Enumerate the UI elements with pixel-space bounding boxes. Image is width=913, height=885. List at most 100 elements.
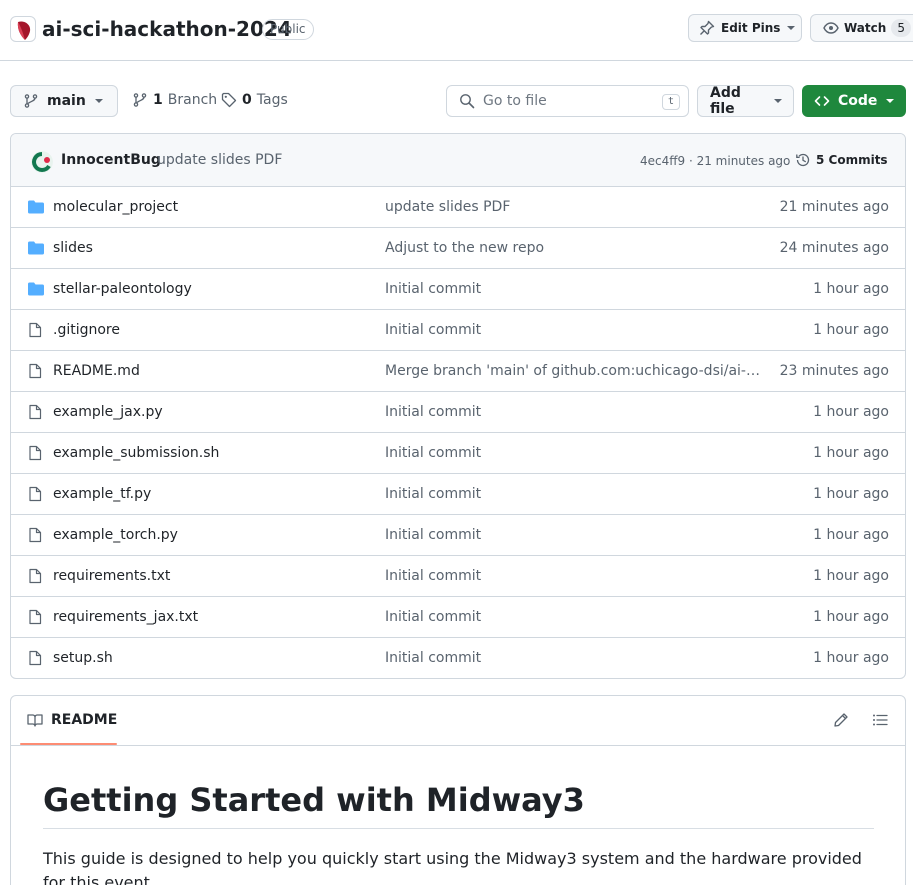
- commit-message-link[interactable]: update slides PDF: [157, 152, 282, 168]
- file-icon: [27, 404, 43, 420]
- file-name-link[interactable]: stellar-paleontology: [53, 281, 192, 297]
- branch-name: main: [47, 93, 86, 109]
- file-name-link[interactable]: slides: [53, 240, 93, 256]
- file-row[interactable]: requirements_jax.txt Initial commit 1 hour…: [11, 597, 905, 638]
- file-name-link[interactable]: example_tf.py: [53, 486, 151, 502]
- file-name-link[interactable]: molecular_project: [53, 199, 178, 215]
- chevron-down-icon: [885, 96, 895, 106]
- tags-link[interactable]: 0 Tags: [221, 92, 288, 108]
- go-to-file-input[interactable]: [483, 93, 653, 109]
- chevron-down-icon: [773, 96, 783, 106]
- file-icon: [27, 650, 43, 666]
- readme-panel: README Getting Started with Midway3 This…: [10, 695, 906, 885]
- file-commit-message-link[interactable]: Initial commit: [385, 281, 767, 297]
- file-row[interactable]: setup.sh Initial commit 1 hour ago: [11, 638, 905, 678]
- edit-pins-label: Edit Pins: [721, 21, 781, 35]
- commits-count-label: 5 Commits: [816, 153, 888, 167]
- repo-name-link[interactable]: ai-sci-hackathon-2024: [42, 16, 292, 42]
- branches-count: 1: [153, 92, 163, 108]
- file-commit-message-link[interactable]: Initial commit: [385, 445, 767, 461]
- go-to-file-search[interactable]: t: [446, 85, 689, 117]
- file-icon: [27, 609, 43, 625]
- file-commit-message-link[interactable]: Adjust to the new repo: [385, 240, 767, 256]
- file-commit-time: 1 hour ago: [813, 609, 889, 625]
- file-commit-message-link[interactable]: Initial commit: [385, 486, 767, 502]
- file-name-link[interactable]: README.md: [53, 363, 140, 379]
- chevron-down-icon: [786, 23, 796, 33]
- file-commit-message-link[interactable]: Initial commit: [385, 322, 767, 338]
- folder-icon: [27, 240, 45, 256]
- pin-icon: [699, 20, 715, 36]
- file-commit-message-link[interactable]: Initial commit: [385, 609, 767, 625]
- tags-label: Tags: [256, 92, 288, 108]
- file-commit-message-link[interactable]: Initial commit: [385, 650, 767, 666]
- code-label: Code: [838, 93, 878, 109]
- file-commit-time: 21 minutes ago: [779, 199, 889, 215]
- file-list: InnocentBug update slides PDF 4ec4ff9 · …: [10, 133, 906, 679]
- readme-intro-paragraph: This guide is designed to help you quick…: [43, 849, 862, 885]
- repo-org-logo-icon[interactable]: [10, 16, 36, 42]
- watch-count: 5: [891, 19, 911, 37]
- tags-count: 0: [242, 92, 252, 108]
- file-name-link[interactable]: example_submission.sh: [53, 445, 219, 461]
- file-icon: [27, 445, 43, 461]
- repo-header: ai-sci-hackathon-2024 Public Edit Pins W…: [0, 0, 913, 61]
- file-row[interactable]: example_jax.py Initial commit 1 hour ago: [11, 392, 905, 433]
- readme-tab[interactable]: README: [27, 712, 117, 728]
- latest-commit-bar: InnocentBug update slides PDF 4ec4ff9 · …: [11, 134, 905, 187]
- commit-author-link[interactable]: InnocentBug: [61, 152, 161, 168]
- file-name-link[interactable]: requirements.txt: [53, 568, 170, 584]
- code-icon: [814, 93, 830, 109]
- commits-history-link[interactable]: 5 Commits: [795, 152, 888, 168]
- add-file-button[interactable]: Add file: [697, 85, 794, 117]
- file-name-link[interactable]: setup.sh: [53, 650, 113, 666]
- file-row[interactable]: molecular_project update slides PDF 21 min…: [11, 187, 905, 228]
- readme-header: README: [11, 696, 905, 746]
- folder-icon: [27, 199, 45, 215]
- file-name-link[interactable]: example_jax.py: [53, 404, 163, 420]
- file-row[interactable]: requirements.txt Initial commit 1 hour ago: [11, 556, 905, 597]
- visibility-badge: Public: [262, 19, 314, 40]
- file-commit-time: 24 minutes ago: [779, 240, 889, 256]
- code-button[interactable]: Code: [802, 85, 906, 117]
- file-commit-time: 1 hour ago: [813, 486, 889, 502]
- readme-heading: Getting Started with Midway3: [43, 780, 874, 829]
- file-icon: [27, 527, 43, 543]
- file-commit-message-link[interactable]: Initial commit: [385, 527, 767, 543]
- file-commit-message-link[interactable]: update slides PDF: [385, 199, 767, 215]
- file-commit-message-link[interactable]: Merge branch 'main' of github.com:uchica…: [385, 363, 767, 379]
- file-name-link[interactable]: requirements_jax.txt: [53, 609, 198, 625]
- file-row[interactable]: example_submission.sh Initial commit 1 hou…: [11, 433, 905, 474]
- file-commit-time: 1 hour ago: [813, 568, 889, 584]
- list-unordered-icon[interactable]: [872, 712, 888, 728]
- file-icon: [27, 568, 43, 584]
- file-commit-time: 1 hour ago: [813, 322, 889, 338]
- edit-pins-button[interactable]: Edit Pins: [688, 14, 802, 42]
- tag-icon: [221, 92, 237, 108]
- file-row[interactable]: example_tf.py Initial commit 1 hour ago: [11, 474, 905, 515]
- active-tab-indicator: [20, 743, 117, 745]
- file-commit-time: 1 hour ago: [813, 650, 889, 666]
- file-commit-message-link[interactable]: Initial commit: [385, 568, 767, 584]
- file-name-link[interactable]: .gitignore: [53, 322, 120, 338]
- pencil-icon[interactable]: [833, 712, 849, 728]
- file-icon: [27, 486, 43, 502]
- file-commit-time: 1 hour ago: [813, 281, 889, 297]
- file-row[interactable]: .gitignore Initial commit 1 hour ago: [11, 310, 905, 351]
- file-icon: [27, 322, 43, 338]
- watch-button[interactable]: Watch 5: [810, 14, 913, 42]
- file-row[interactable]: example_torch.py Initial commit 1 hour ago: [11, 515, 905, 556]
- commit-hash-time[interactable]: 4ec4ff9 · 21 minutes ago: [640, 154, 790, 168]
- file-row[interactable]: stellar-paleontology Initial commit 1 hour…: [11, 269, 905, 310]
- shortcut-key-hint: t: [661, 94, 680, 110]
- branch-selector-button[interactable]: main: [10, 85, 118, 117]
- watch-label: Watch: [844, 21, 887, 35]
- file-name-link[interactable]: example_torch.py: [53, 527, 178, 543]
- file-commit-message-link[interactable]: Initial commit: [385, 404, 767, 420]
- book-icon: [27, 712, 43, 728]
- file-row[interactable]: README.md Merge branch 'main' of github.c…: [11, 351, 905, 392]
- file-row[interactable]: slides Adjust to the new repo 24 minutes a…: [11, 228, 905, 269]
- branches-link[interactable]: 1 Branch: [132, 92, 217, 108]
- add-file-label: Add file: [710, 85, 741, 117]
- author-avatar[interactable]: [31, 151, 53, 173]
